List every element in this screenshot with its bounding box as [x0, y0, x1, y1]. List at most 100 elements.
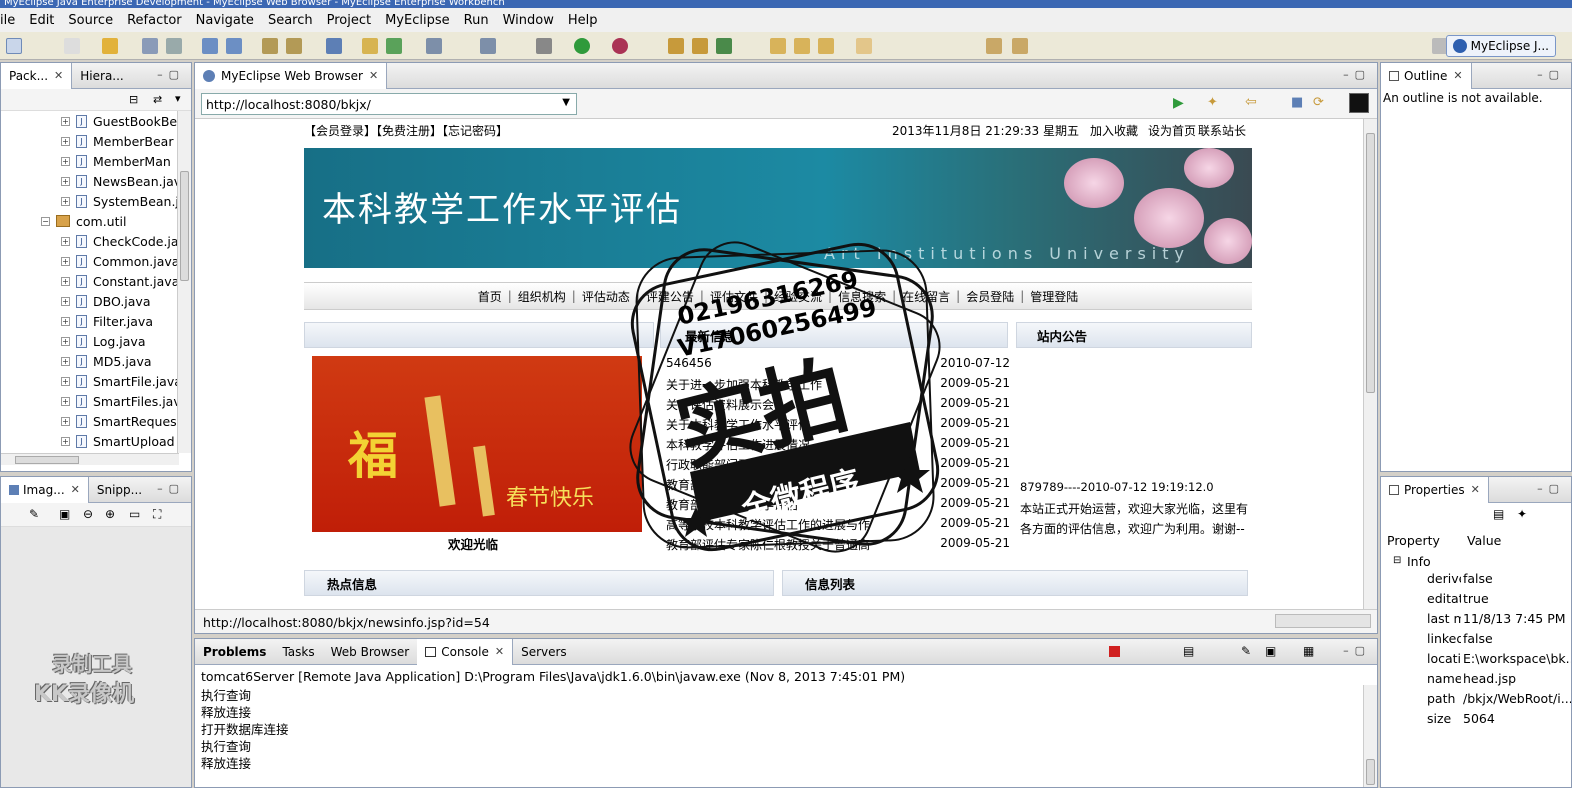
property-value[interactable]: false: [1463, 631, 1571, 646]
stop-icon[interactable]: ■: [1291, 95, 1303, 110]
view-controls[interactable]: –▢: [157, 482, 185, 495]
property-value[interactable]: E:\workspace\bk...: [1463, 651, 1571, 666]
explorer-hscrollbar[interactable]: [1, 453, 179, 465]
tree-item[interactable]: + J GuestBookBe: [61, 111, 177, 131]
image-icon[interactable]: [426, 38, 442, 54]
close-icon[interactable]: ✕: [495, 645, 504, 658]
fullscreen-icon[interactable]: ⛶: [153, 507, 161, 522]
expand-icon[interactable]: +: [61, 176, 70, 186]
tab-snippets[interactable]: Snipp...: [89, 477, 150, 503]
task-icon[interactable]: [692, 38, 708, 54]
view-menu-icon[interactable]: ▾: [175, 92, 181, 105]
filter-icon[interactable]: ✦: [1517, 507, 1527, 521]
project-icon[interactable]: [262, 38, 278, 54]
expand-icon[interactable]: +: [61, 116, 70, 126]
expand-icon[interactable]: +: [61, 136, 70, 146]
server-icon[interactable]: [166, 38, 182, 54]
categories-icon[interactable]: ▤: [1493, 507, 1504, 521]
tree-item[interactable]: + J Constant.java: [61, 271, 179, 291]
add-favorite-link[interactable]: 加入收藏: [1090, 122, 1138, 139]
expand-icon[interactable]: +: [61, 316, 70, 326]
menu-search[interactable]: Search: [261, 13, 320, 28]
back-icon[interactable]: ⇦: [1245, 94, 1257, 110]
close-icon[interactable]: ✕: [369, 69, 378, 82]
spring-festival-image[interactable]: 福 春节快乐: [312, 356, 642, 532]
tree-item[interactable]: + J SmartFiles.jav: [61, 391, 181, 411]
back-history-icon[interactable]: [986, 38, 1002, 54]
folder-icon[interactable]: [362, 38, 378, 54]
deploy-icon[interactable]: [202, 38, 218, 54]
open-icon[interactable]: [102, 38, 118, 54]
close-icon[interactable]: ✕: [71, 483, 80, 496]
open-console-icon[interactable]: ▦: [1303, 644, 1314, 658]
property-value[interactable]: /bkjx/WebRoot/i...: [1463, 691, 1571, 706]
expand-icon[interactable]: +: [61, 236, 70, 246]
tree-item[interactable]: + J Common.java: [61, 251, 179, 271]
tab-image[interactable]: Imag... ✕: [1, 477, 89, 503]
menu-navigate[interactable]: Navigate: [189, 13, 261, 28]
open-resource-icon[interactable]: [794, 38, 810, 54]
expand-icon[interactable]: +: [61, 396, 70, 406]
annotation-icon[interactable]: [856, 38, 872, 54]
class-icon[interactable]: [286, 38, 302, 54]
search-icon[interactable]: [668, 38, 684, 54]
nav-member-login[interactable]: 会员登陆: [963, 288, 1017, 305]
view-controls[interactable]: –▢: [1343, 644, 1371, 657]
new-icon[interactable]: [6, 38, 22, 54]
nav-admin-login[interactable]: 管理登陆: [1027, 288, 1081, 305]
nav-org[interactable]: 组织机构: [515, 288, 569, 305]
open-folder-icon[interactable]: [818, 38, 834, 54]
property-value[interactable]: true: [1463, 591, 1571, 606]
view-controls[interactable]: –▢: [1537, 482, 1565, 495]
db-icon[interactable]: [480, 38, 496, 54]
tab-outline[interactable]: Outline ✕: [1381, 63, 1472, 89]
tab-tasks[interactable]: Tasks: [274, 639, 322, 665]
bookmark-icon[interactable]: ✦: [1207, 95, 1218, 110]
property-value[interactable]: head.jsp: [1463, 671, 1571, 686]
zoom-in-icon[interactable]: ⊕: [105, 507, 115, 521]
view-controls[interactable]: –▢: [157, 68, 185, 81]
value-column-header[interactable]: Value: [1467, 533, 1501, 548]
tree-item[interactable]: + J SystemBean.j: [61, 191, 179, 211]
tree-item[interactable]: + J Log.java: [61, 331, 146, 351]
menu-file[interactable]: ile: [0, 13, 22, 28]
tree-item[interactable]: − com.util: [41, 211, 126, 231]
chevron-down-icon[interactable]: ▼: [562, 97, 570, 108]
refresh-icon[interactable]: [386, 38, 402, 54]
view-controls[interactable]: –▢: [1343, 68, 1371, 81]
zoom-out-icon[interactable]: ⊖: [83, 507, 93, 521]
tab-servers[interactable]: Servers: [513, 639, 575, 665]
property-value[interactable]: 5064: [1463, 711, 1571, 726]
tree-item[interactable]: + J CheckCode.ja: [61, 231, 179, 251]
clear-console-icon[interactable]: ▤: [1183, 644, 1194, 658]
browser-icon[interactable]: [326, 38, 342, 54]
perspective-switcher[interactable]: MyEclipse J...: [1445, 35, 1556, 57]
debug-icon[interactable]: [142, 38, 158, 54]
tree-item[interactable]: + J SmartFile.java: [61, 371, 182, 391]
console-scrollbar[interactable]: [1363, 685, 1377, 787]
member-links[interactable]: 【会员登录】【免费注册】【忘记密码】: [304, 122, 508, 139]
expand-icon[interactable]: +: [61, 276, 70, 286]
contact-link[interactable]: 联系站长: [1198, 122, 1246, 139]
menu-project[interactable]: Project: [320, 13, 378, 28]
refresh-icon[interactable]: ⟳: [1313, 95, 1324, 110]
tab-web-browser[interactable]: MyEclipse Web Browser ✕: [195, 63, 388, 89]
tree-item[interactable]: + J NewsBean.jav: [61, 171, 181, 191]
expand-icon[interactable]: +: [61, 376, 70, 386]
property-value[interactable]: false: [1463, 571, 1571, 586]
collapse-icon[interactable]: ⊟: [1393, 555, 1401, 566]
tree-item[interactable]: + J MemberBear: [61, 131, 173, 151]
menu-edit[interactable]: Edit: [22, 13, 61, 28]
expand-icon[interactable]: +: [61, 436, 70, 446]
pin-console-icon[interactable]: ✎: [1241, 644, 1251, 658]
collapse-all-icon[interactable]: ⊟: [129, 93, 138, 106]
expand-icon[interactable]: +: [61, 196, 70, 206]
tree-item[interactable]: + J SmartUpload: [61, 431, 175, 451]
menu-myeclipse[interactable]: MyEclipse: [378, 13, 457, 28]
close-icon[interactable]: ✕: [54, 69, 63, 82]
browser-scrollbar[interactable]: [1363, 119, 1377, 609]
expand-icon[interactable]: +: [61, 336, 70, 346]
tab-properties[interactable]: Properties ✕: [1381, 477, 1489, 503]
display-console-icon[interactable]: ▣: [1265, 644, 1276, 658]
tree-item[interactable]: + J DBO.java: [61, 291, 150, 311]
